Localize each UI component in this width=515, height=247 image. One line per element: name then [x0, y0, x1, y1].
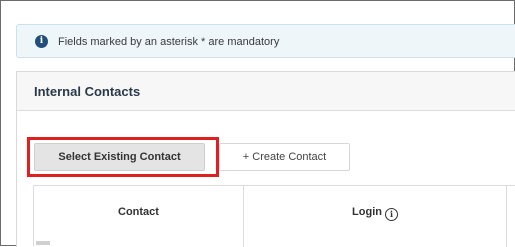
mandatory-fields-alert: i Fields marked by an asterisk * are man… [16, 24, 515, 58]
panel-header: Internal Contacts [17, 72, 515, 111]
create-contact-button[interactable]: + Create Contact [219, 143, 350, 171]
table-row-partial [36, 241, 50, 245]
info-icon: i [35, 35, 48, 48]
alert-text: Fields marked by an asterisk * are manda… [58, 36, 280, 48]
column-header-login[interactable]: Login i [244, 206, 506, 221]
panel-title: Internal Contacts [34, 84, 141, 99]
column-header-contact[interactable]: Contact [34, 206, 243, 218]
column-header-login-label: Login [352, 206, 382, 218]
column-divider [506, 186, 507, 247]
info-icon[interactable]: i [384, 208, 398, 221]
select-existing-contact-button[interactable]: Select Existing Contact [34, 143, 205, 171]
contacts-table-header: Contact Login i [33, 185, 515, 247]
